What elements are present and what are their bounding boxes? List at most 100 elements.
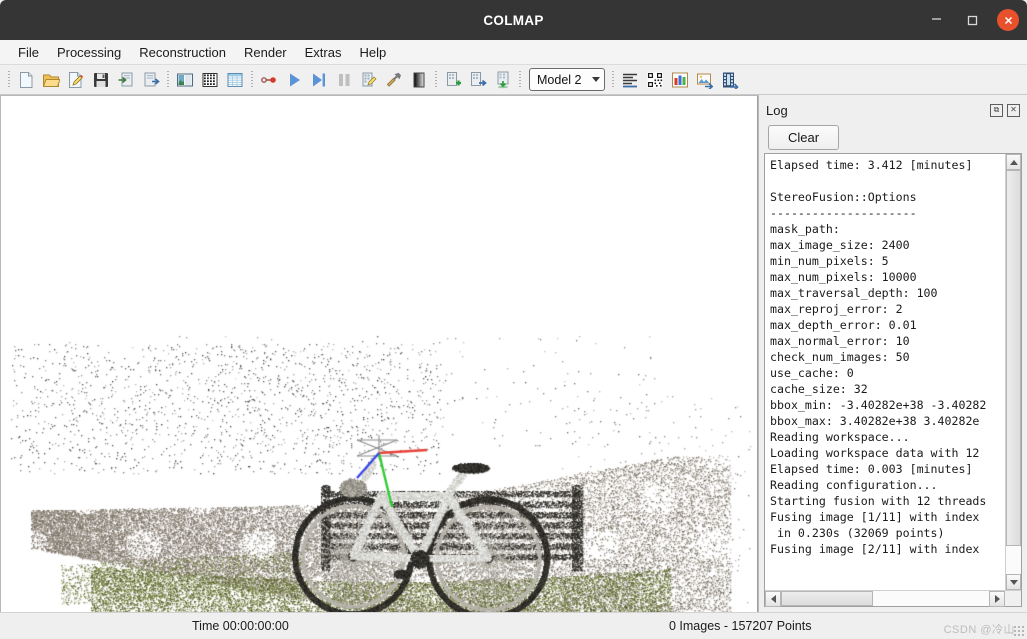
menu-render[interactable]: Render xyxy=(235,42,296,63)
main-area: Log ⧉ ✕ Clear Elapsed time: 3.412 [minut… xyxy=(0,95,1027,612)
log-line: max_depth_error: 0.01 xyxy=(770,318,917,332)
float-icon[interactable]: ⧉ xyxy=(990,103,1003,117)
log-line: use_cache: 0 xyxy=(770,366,854,380)
statistics-icon[interactable] xyxy=(667,67,692,93)
hscroll-track[interactable] xyxy=(781,591,989,606)
menu-reconstruction[interactable]: Reconstruction xyxy=(130,42,235,63)
point-cloud-canvas[interactable] xyxy=(1,96,757,612)
feature-matching-icon[interactable] xyxy=(197,67,222,93)
maximize-icon[interactable] xyxy=(961,9,983,31)
menu-help[interactable]: Help xyxy=(350,42,395,63)
log-line: Reading workspace... xyxy=(770,430,910,444)
automatic-reconstruction-icon[interactable] xyxy=(256,67,281,93)
toolbar: Model 2 xyxy=(0,65,1027,95)
toolbar-separator xyxy=(163,69,172,91)
scroll-left-icon[interactable] xyxy=(765,591,781,607)
status-bar: Time 00:00:00:00 0 Images - 157207 Point… xyxy=(0,612,1027,639)
open-project-icon[interactable] xyxy=(38,67,63,93)
menu-processing[interactable]: Processing xyxy=(48,42,130,63)
log-vertical-scrollbar[interactable] xyxy=(1005,154,1021,590)
log-line: Fusing image [1/11] with index xyxy=(770,510,980,524)
window-title: COLMAP xyxy=(483,12,544,28)
log-text-content: Elapsed time: 3.412 [minutes] StereoFusio… xyxy=(765,154,1005,590)
model-next-icon[interactable] xyxy=(465,67,490,93)
vscroll-track[interactable] xyxy=(1006,170,1021,574)
log-line: in 0.230s (32069 points) xyxy=(770,526,945,540)
step-reconstruction-icon[interactable] xyxy=(306,67,331,93)
log-line: mask_path: xyxy=(770,222,840,236)
log-line: --------------------- xyxy=(770,206,917,220)
scroll-up-icon[interactable] xyxy=(1006,154,1021,170)
log-line: Loading workspace data with 12 xyxy=(770,446,980,460)
undistort-icon[interactable] xyxy=(692,67,717,93)
menu-extras[interactable]: Extras xyxy=(296,42,351,63)
close-icon[interactable] xyxy=(997,9,1019,31)
log-line: max_traversal_depth: 100 xyxy=(770,286,938,300)
show-log-icon[interactable] xyxy=(617,67,642,93)
log-dock: Log ⧉ ✕ Clear Elapsed time: 3.412 [minut… xyxy=(759,95,1027,612)
log-line: bbox_min: -3.40282e+38 -3.40282 xyxy=(770,398,987,412)
chevron-down-icon xyxy=(592,77,600,82)
database-management-icon[interactable] xyxy=(222,67,247,93)
log-toolbar: Clear xyxy=(764,121,1022,153)
model-selector[interactable]: Model 2 xyxy=(529,68,605,91)
render-options-icon[interactable] xyxy=(406,67,431,93)
title-bar: COLMAP xyxy=(0,0,1027,40)
log-line: Reading configuration... xyxy=(770,478,938,492)
toolbar-separator xyxy=(431,69,440,91)
log-horizontal-scrollbar[interactable] xyxy=(765,590,1021,607)
log-dock-titlebar: Log ⧉ ✕ xyxy=(764,99,1022,121)
log-line: Elapsed time: 0.003 [minutes] xyxy=(770,462,973,476)
menu-bar: File Processing Reconstruction Render Ex… xyxy=(0,40,1027,65)
start-reconstruction-icon[interactable] xyxy=(281,67,306,93)
model-selector-value: Model 2 xyxy=(537,72,582,87)
save-project-icon[interactable] xyxy=(88,67,113,93)
bundle-adjustment-icon[interactable] xyxy=(356,67,381,93)
toolbar-separator xyxy=(608,69,617,91)
window-controls xyxy=(925,0,1019,40)
pause-reconstruction-icon[interactable] xyxy=(331,67,356,93)
export-model-icon[interactable] xyxy=(138,67,163,93)
vscroll-thumb[interactable] xyxy=(1006,170,1021,546)
clear-log-button[interactable]: Clear xyxy=(768,124,840,150)
model-add-icon[interactable] xyxy=(440,67,465,93)
menu-file[interactable]: File xyxy=(9,42,48,63)
log-textbox[interactable]: Elapsed time: 3.412 [minutes] StereoFusio… xyxy=(764,153,1022,607)
log-line: max_reproj_error: 2 xyxy=(770,302,903,316)
status-points: 0 Images - 157207 Points xyxy=(669,619,812,633)
minimize-icon[interactable] xyxy=(925,9,947,31)
toolbar-separator xyxy=(515,69,524,91)
viewport-container xyxy=(0,95,759,612)
toolbar-separator xyxy=(4,69,13,91)
log-line: min_num_pixels: 5 xyxy=(770,254,889,268)
log-line: Starting fusion with 12 threads xyxy=(770,494,987,508)
model-viewer[interactable] xyxy=(1,96,758,612)
log-panel-title: Log xyxy=(766,102,788,118)
resize-grip-icon[interactable] xyxy=(1013,625,1024,636)
hscroll-thumb[interactable] xyxy=(781,591,873,606)
log-line: max_num_pixels: 10000 xyxy=(770,270,917,284)
import-model-icon[interactable] xyxy=(113,67,138,93)
watermark: CSDN @冷山 xyxy=(943,624,1015,636)
log-line: StereoFusion::Options xyxy=(770,190,917,204)
new-project-icon[interactable] xyxy=(13,67,38,93)
log-line: Elapsed time: 3.412 [minutes] xyxy=(770,158,973,172)
scrollbar-corner xyxy=(1005,591,1021,606)
model-merge-icon[interactable] xyxy=(490,67,515,93)
feature-extraction-icon[interactable] xyxy=(172,67,197,93)
log-line: max_normal_error: 10 xyxy=(770,334,910,348)
log-line: check_num_images: 50 xyxy=(770,350,910,364)
toolbar-separator xyxy=(247,69,256,91)
log-line: Fusing image [2/11] with index xyxy=(770,542,980,556)
match-matrix-icon[interactable] xyxy=(642,67,667,93)
scroll-down-icon[interactable] xyxy=(1006,574,1021,590)
status-time: Time 00:00:00:00 xyxy=(192,619,289,633)
colmap-window: COLMAP File Processing Reconstruction Re… xyxy=(0,0,1027,639)
log-line: cache_size: 32 xyxy=(770,382,868,396)
dense-reconstruction-icon[interactable] xyxy=(381,67,406,93)
grab-movie-icon[interactable] xyxy=(717,67,742,93)
scroll-right-icon[interactable] xyxy=(989,591,1005,607)
edit-project-icon[interactable] xyxy=(63,67,88,93)
close-panel-icon[interactable]: ✕ xyxy=(1007,103,1020,117)
